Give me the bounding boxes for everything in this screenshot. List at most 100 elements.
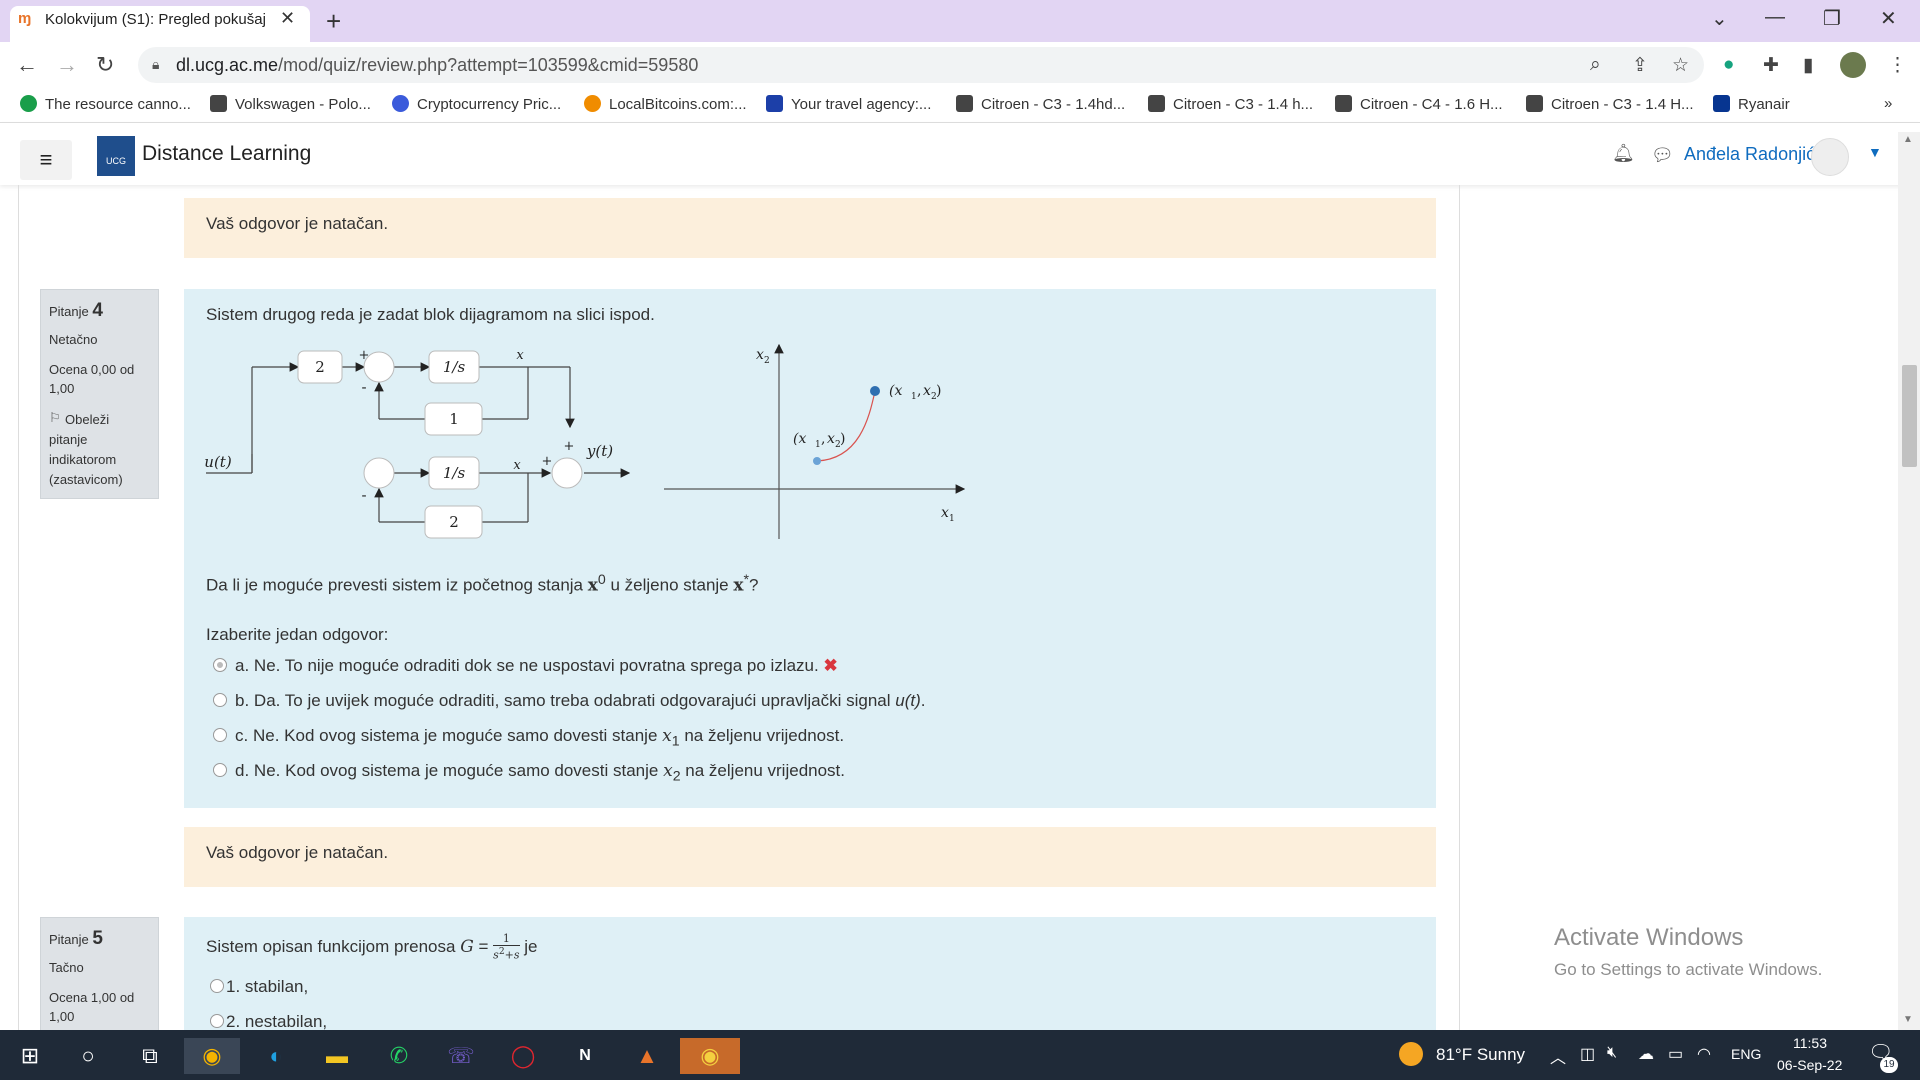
menu-hamburger-icon[interactable]: ≡: [20, 140, 72, 180]
tab-title[interactable]: Kolokvijum (S1): Pregled pokušaja: [45, 11, 265, 28]
bookmark-item[interactable]: Cryptocurrency Pric...: [392, 95, 561, 113]
answer-radio[interactable]: [213, 658, 227, 672]
onedrive-cloud-icon[interactable]: ☁: [1638, 1044, 1654, 1064]
notification-bell-icon[interactable]: 🔔︎: [1612, 143, 1635, 164]
weather-text[interactable]: 81°F Sunny: [1436, 1045, 1525, 1065]
site-title[interactable]: Distance Learning: [142, 142, 311, 166]
block-diagram: 2 1/s 1 1/s 2 u(t) y(t) x x + - + + -: [204, 348, 631, 539]
window-close-icon[interactable]: ✕: [1880, 6, 1897, 31]
opera-icon[interactable]: ◯: [501, 1038, 545, 1074]
answer-option-1[interactable]: 1. stabilan,: [210, 977, 308, 997]
minimize-icon[interactable]: —: [1765, 6, 1785, 29]
answer-radio[interactable]: [210, 1014, 224, 1028]
axis-y-label: x: [756, 347, 764, 363]
avatar[interactable]: [1811, 138, 1849, 176]
bookmark-item[interactable]: Volkswagen - Polo...: [210, 95, 371, 113]
answer-radio[interactable]: [213, 763, 227, 777]
wifi-icon[interactable]: ◠: [1697, 1044, 1711, 1064]
language-indicator[interactable]: ENG: [1731, 1046, 1761, 1062]
state-x2-label: x: [513, 458, 521, 473]
matlab-icon[interactable]: ▲: [625, 1038, 669, 1074]
integrator-label: 1/s: [443, 358, 466, 376]
feedback-text: Vaš odgovor je natačan.: [206, 843, 389, 862]
bookmark-favicon-icon: [20, 95, 37, 112]
whatsapp-icon[interactable]: ✆: [377, 1038, 421, 1074]
tab-search-icon[interactable]: ⌄: [1711, 6, 1728, 31]
answer-option-d[interactable]: d. Ne. Kod ovog sistema je moguće samo d…: [213, 761, 845, 784]
answer-radio[interactable]: [213, 693, 227, 707]
battery-icon[interactable]: ▭: [1668, 1044, 1683, 1064]
bookmark-item[interactable]: Citroen - C3 - 1.4hd...: [956, 95, 1125, 113]
page-scrollbar[interactable]: [1898, 132, 1920, 1030]
question-formulation: Sistem opisan funkcijom prenosa G = 1 s2+…: [184, 917, 1436, 1032]
answer-option-c[interactable]: c. Ne. Kod ovog sistema je moguće samo d…: [213, 726, 844, 749]
messages-chat-icon[interactable]: 💬︎: [1651, 145, 1674, 166]
tab-close-icon[interactable]: ✕: [280, 8, 295, 29]
task-view-icon[interactable]: ⧉: [128, 1038, 172, 1074]
svg-text:): ): [840, 431, 845, 447]
answer-option-b[interactable]: b. Da. To je uvijek moguće odraditi, sam…: [213, 691, 925, 711]
flag-question-link[interactable]: Obeleži pitanje indikatorom (zastavicom): [49, 410, 149, 490]
restore-icon[interactable]: ❐: [1823, 6, 1841, 31]
question-info: Pitanje 5 Tačno Ocena 1,00 od 1,00: [40, 917, 159, 1031]
profile-avatar[interactable]: [1840, 52, 1866, 78]
windows-start-icon[interactable]: ⊞: [8, 1038, 52, 1074]
bookmark-favicon-icon: [392, 95, 409, 112]
side-panel-icon[interactable]: ▮: [1803, 54, 1813, 77]
axis-x-label: x: [941, 505, 949, 521]
bookmark-favicon-icon: [956, 95, 973, 112]
chrome-canary-icon[interactable]: ◉: [680, 1038, 740, 1074]
bookmark-item[interactable]: Citroen - C4 - 1.6 H...: [1335, 95, 1503, 113]
meet-now-icon[interactable]: ◫: [1580, 1044, 1595, 1064]
file-explorer-icon[interactable]: ▬: [315, 1038, 359, 1074]
transfer-function-fraction: 1 s2+s: [493, 932, 520, 962]
incorrect-x-icon: ✖: [823, 656, 838, 675]
answer-radio[interactable]: [213, 728, 227, 742]
tray-chevron-icon[interactable]: ︿: [1550, 1044, 1566, 1068]
bookmark-item[interactable]: Ryanair: [1713, 95, 1790, 113]
weather-sun-icon[interactable]: [1399, 1042, 1423, 1066]
forward-icon[interactable]: →: [56, 52, 78, 78]
bookmark-item[interactable]: LocalBitcoins.com:...: [584, 95, 747, 113]
answer-option-2[interactable]: 2. nestabilan,: [210, 1012, 327, 1032]
user-menu-caret-icon[interactable]: ▼: [1868, 144, 1882, 160]
scroll-up-icon[interactable]: ▲: [1903, 134, 1913, 145]
reload-icon[interactable]: ↻: [96, 52, 114, 78]
plus-sign: +: [542, 454, 553, 469]
bookmark-item[interactable]: Your travel agency:...: [766, 95, 931, 113]
extensions-icon[interactable]: ✚: [1763, 54, 1779, 77]
bookmark-item[interactable]: Citroen - C3 - 1.4 H...: [1526, 95, 1694, 113]
search-icon[interactable]: ○: [66, 1038, 110, 1074]
target-label: (x: [889, 383, 902, 399]
lock-icon[interactable]: 🔒︎: [152, 56, 159, 73]
target-point: [870, 386, 880, 396]
answer-radio[interactable]: [210, 979, 224, 993]
back-icon[interactable]: ←: [16, 52, 38, 78]
speaker-muted-icon[interactable]: 🔇︎: [1607, 1044, 1617, 1062]
bookmark-star-icon[interactable]: ☆: [1672, 54, 1689, 77]
new-tab-icon[interactable]: +: [326, 6, 341, 37]
bookmark-item[interactable]: Citroen - C3 - 1.4 h...: [1148, 95, 1313, 113]
bookmarks-more-icon[interactable]: »: [1884, 95, 1892, 112]
chrome-menu-icon[interactable]: ⋮: [1888, 54, 1907, 77]
scroll-down-icon[interactable]: ▼: [1903, 1014, 1913, 1025]
viber-icon[interactable]: ☏: [439, 1038, 483, 1074]
chrome-taskbar-icon[interactable]: ◉: [184, 1038, 240, 1074]
grammarly-icon[interactable]: ●: [1723, 54, 1734, 76]
edge-taskbar-icon[interactable]: ◐: [254, 1038, 298, 1074]
url-text[interactable]: dl.ucg.ac.me/mod/quiz/review.php?attempt…: [176, 55, 698, 76]
clock-time[interactable]: 11:53: [1793, 1035, 1827, 1051]
zoom-icon[interactable]: ⌕: [1590, 54, 1601, 76]
bookmark-favicon-icon: [766, 95, 783, 112]
svg-text:,: ,: [821, 431, 825, 447]
clock-date[interactable]: 06-Sep-22: [1777, 1057, 1842, 1073]
bookmark-item[interactable]: The resource canno...: [20, 95, 191, 113]
answer-option-a[interactable]: a. Ne. To nije moguće odraditi dok se ne…: [213, 656, 838, 676]
onenote-icon[interactable]: N: [563, 1038, 607, 1074]
ucg-logo[interactable]: UCG: [97, 136, 135, 176]
scrollbar-thumb[interactable]: [1902, 365, 1917, 467]
user-name[interactable]: Anđela Radonjić: [1684, 144, 1815, 165]
share-icon[interactable]: ⇪: [1632, 54, 1648, 77]
question-info: Pitanje 4 Netačno Ocena 0,00 od 1,00 ⚐ O…: [40, 289, 159, 499]
question-grade: Ocena 0,00 od 1,00: [49, 362, 135, 396]
